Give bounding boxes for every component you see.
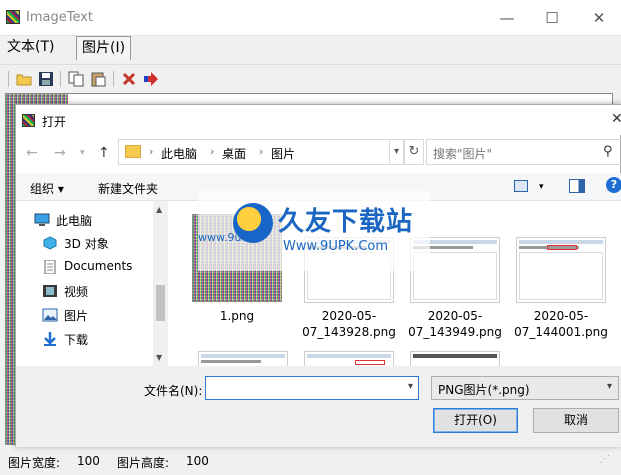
toolbar-separator bbox=[60, 71, 61, 87]
height-value: 100 bbox=[186, 454, 209, 468]
filename-label: 文件名(N): bbox=[144, 384, 203, 398]
address-bar[interactable]: › 此电脑 › 桌面 › 图片 bbox=[118, 139, 390, 165]
watermark: www.9u 久友下载站 Www.9UPK.Com bbox=[198, 191, 430, 271]
refresh-icon[interactable]: ↻ bbox=[404, 139, 424, 165]
computer-icon bbox=[34, 213, 50, 226]
search-placeholder: 搜索"图片" bbox=[433, 147, 493, 161]
toolbar-grip bbox=[8, 71, 9, 87]
download-icon bbox=[44, 332, 56, 346]
search-input[interactable]: 搜索"图片" ⚲ bbox=[426, 139, 621, 165]
dialog-title: 打开 bbox=[42, 115, 67, 129]
breadcrumb-desktop[interactable]: 桌面 bbox=[222, 145, 246, 162]
filename-input[interactable]: ▾ bbox=[205, 376, 419, 400]
nav-item-label: 下载 bbox=[64, 333, 89, 347]
breadcrumb-separator: › bbox=[210, 145, 215, 158]
nav-item-label: 图片 bbox=[64, 309, 89, 323]
forward-arrow-icon[interactable]: → bbox=[54, 145, 66, 161]
breadcrumb-this-pc[interactable]: 此电脑 bbox=[161, 145, 197, 162]
watermark-title: 久友下载站 bbox=[278, 207, 414, 237]
open-file-dialog: 打开 ✕ ← → ▾ ↑ › 此电脑 › 桌面 › 图片 ▾ ↻ 搜索"图片" … bbox=[15, 104, 621, 447]
new-folder-button[interactable]: 新建文件夹 bbox=[98, 180, 158, 197]
documents-icon bbox=[44, 260, 56, 274]
3d-objects-icon bbox=[43, 236, 57, 250]
run-arrow-icon[interactable] bbox=[143, 71, 159, 87]
recent-dropdown-icon[interactable]: ▾ bbox=[80, 148, 85, 158]
breadcrumb-separator: › bbox=[259, 145, 264, 158]
minimize-button[interactable]: — bbox=[497, 8, 517, 28]
resize-grip-icon[interactable]: ⋰ bbox=[600, 454, 610, 465]
pictures-icon bbox=[42, 308, 58, 322]
file-thumbnail[interactable] bbox=[410, 351, 500, 366]
cancel-button[interactable]: 取消 bbox=[533, 408, 619, 433]
preview-pane-icon[interactable] bbox=[569, 179, 585, 193]
app-tabs: 文本(T) 图片(I) bbox=[0, 36, 621, 62]
file-name: 2020-05-07_143949.png bbox=[408, 309, 502, 339]
filename-dropdown-icon[interactable]: ▾ bbox=[408, 381, 413, 392]
file-thumbnail bbox=[516, 237, 606, 303]
breadcrumb-separator: › bbox=[149, 145, 154, 158]
file-thumbnail[interactable] bbox=[304, 351, 394, 366]
nav-scrollbar[interactable]: ▲ ▼ bbox=[153, 201, 168, 366]
chevron-down-icon: ▾ bbox=[606, 381, 612, 392]
navigation-pane: 此电脑 3D 对象 Documents 视频 图片 下载 音乐 bbox=[16, 201, 168, 366]
toolbar bbox=[0, 64, 621, 92]
breadcrumb-pictures[interactable]: 图片 bbox=[271, 145, 295, 162]
dialog-icon bbox=[22, 114, 35, 127]
watermark-url: Www.9UPK.Com bbox=[283, 239, 389, 254]
folder-icon bbox=[125, 145, 141, 158]
maximize-button[interactable]: ☐ bbox=[542, 8, 562, 28]
tab-text[interactable]: 文本(T) bbox=[2, 36, 59, 60]
width-value: 100 bbox=[77, 454, 100, 468]
nav-item-label: 3D 对象 bbox=[64, 237, 109, 251]
scrollbar-thumb[interactable] bbox=[156, 285, 165, 321]
dialog-close-button[interactable]: ✕ bbox=[611, 111, 621, 127]
app-icon bbox=[6, 10, 20, 24]
view-dropdown-icon[interactable]: ▾ bbox=[539, 182, 544, 192]
copy-icon[interactable] bbox=[68, 71, 84, 87]
dialog-navbar: ← → ▾ ↑ › 此电脑 › 桌面 › 图片 ▾ ↻ 搜索"图片" ⚲ bbox=[16, 135, 621, 171]
nav-item-label: 视频 bbox=[64, 285, 89, 299]
video-icon bbox=[43, 285, 57, 297]
open-folder-icon[interactable] bbox=[16, 71, 32, 87]
watermark-logo-icon bbox=[233, 203, 273, 243]
tab-image[interactable]: 图片(I) bbox=[76, 36, 132, 60]
address-dropdown[interactable]: ▾ bbox=[390, 139, 404, 165]
width-label: 图片宽度: bbox=[8, 456, 61, 470]
height-label: 图片高度: bbox=[117, 456, 170, 470]
app-title: ImageText bbox=[26, 10, 94, 25]
dialog-footer: 文件名(N): ▾ PNG图片(*.png) ▾ 打开(O) 取消 bbox=[16, 366, 621, 447]
filetype-value: PNG图片(*.png) bbox=[438, 383, 530, 397]
scroll-up-icon[interactable]: ▲ bbox=[156, 205, 162, 214]
toolbar-separator bbox=[113, 71, 114, 87]
nav-item-label: 此电脑 bbox=[56, 214, 93, 228]
status-bar: 图片宽度: 100 图片高度: 100 ⋰ bbox=[0, 448, 621, 475]
file-name: 2020-05-07_144001.png bbox=[514, 309, 608, 339]
scroll-down-icon[interactable]: ▼ bbox=[156, 353, 162, 362]
search-icon: ⚲ bbox=[603, 144, 613, 159]
open-button[interactable]: 打开(O) bbox=[433, 408, 518, 433]
up-arrow-icon[interactable]: ↑ bbox=[98, 145, 110, 161]
help-icon[interactable]: ? bbox=[606, 177, 621, 193]
organize-button[interactable]: 组织 ▾ bbox=[30, 180, 64, 197]
paste-icon[interactable] bbox=[90, 71, 106, 87]
nav-item-label: Documents bbox=[64, 259, 133, 273]
delete-icon[interactable] bbox=[121, 71, 137, 87]
file-name: 1.png bbox=[219, 309, 255, 323]
close-button[interactable]: ✕ bbox=[589, 8, 609, 28]
save-icon[interactable] bbox=[38, 71, 54, 87]
view-mode-icon[interactable] bbox=[514, 180, 528, 192]
file-name: 2020-05-07_143928.png bbox=[302, 309, 396, 339]
dialog-title-bar: 打开 ✕ bbox=[16, 105, 621, 135]
file-thumbnail[interactable] bbox=[198, 351, 288, 366]
back-arrow-icon[interactable]: ← bbox=[26, 145, 38, 161]
app-title-bar: ImageText — ☐ ✕ bbox=[0, 0, 621, 36]
filetype-select[interactable]: PNG图片(*.png) ▾ bbox=[431, 376, 619, 400]
